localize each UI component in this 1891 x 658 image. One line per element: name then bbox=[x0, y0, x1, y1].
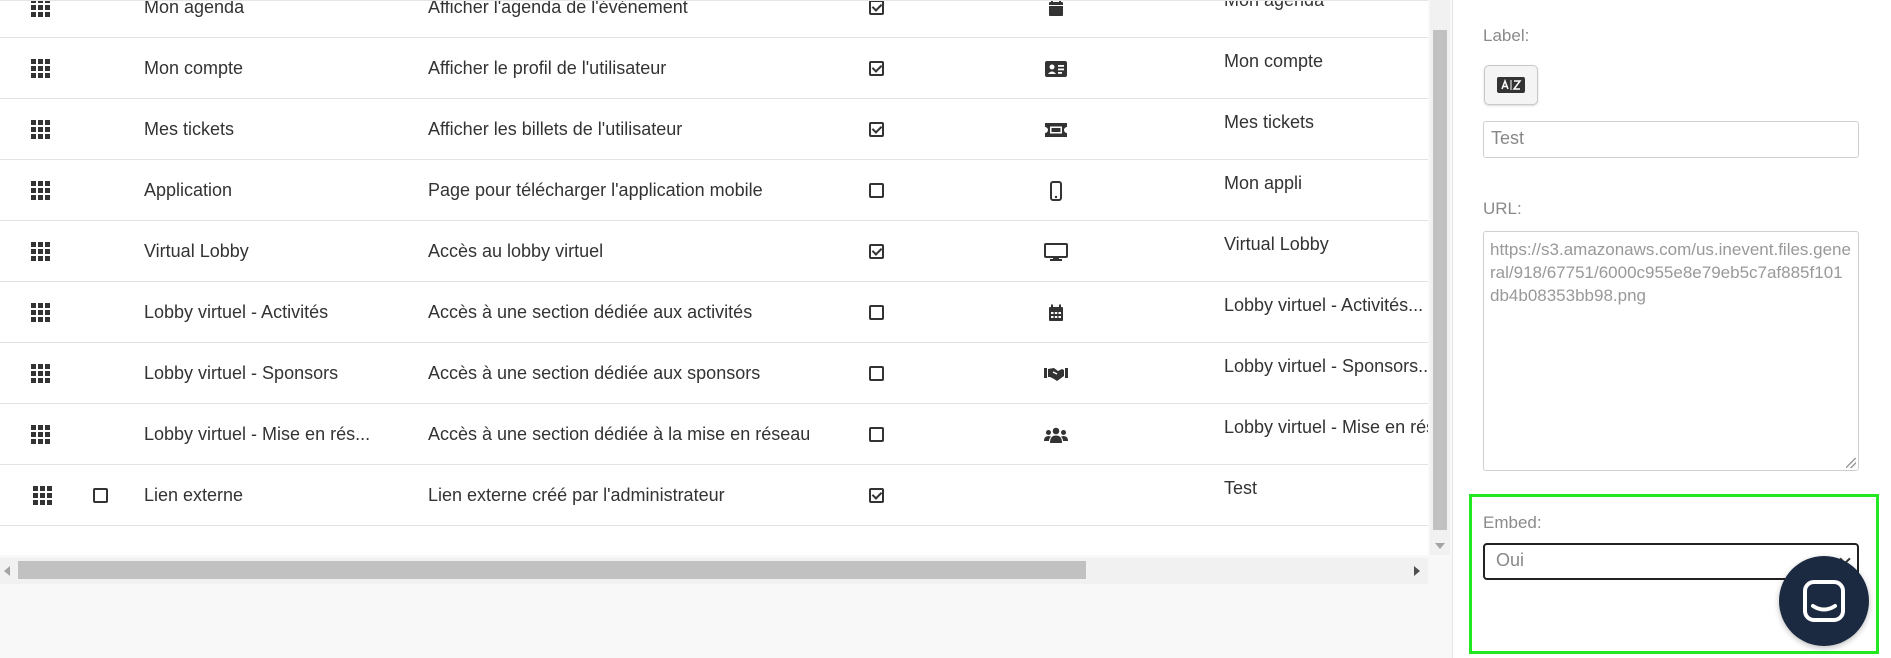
enabled-checkbox[interactable] bbox=[866, 465, 886, 526]
translate-button[interactable] bbox=[1484, 65, 1538, 105]
table-row[interactable]: Lobby virtuel - Activités Accès à une se… bbox=[0, 282, 1428, 343]
table-row[interactable]: Lobby virtuel - Sponsors Accès à une sec… bbox=[0, 343, 1428, 404]
enabled-checkbox[interactable] bbox=[866, 221, 886, 282]
vertical-scrollbar[interactable] bbox=[1430, 0, 1450, 555]
scrollbar-thumb[interactable] bbox=[18, 561, 1086, 579]
row-name: Lobby virtuel - Activités bbox=[144, 302, 329, 322]
embed-field-title: Embed: bbox=[1483, 513, 1542, 532]
row-label: Mes tickets bbox=[1224, 112, 1315, 132]
drag-handle-icon[interactable] bbox=[28, 343, 52, 404]
enabled-checkbox[interactable] bbox=[866, 160, 886, 221]
row-description: Afficher les billets de l'utilisateur bbox=[428, 119, 683, 139]
row-label: Lobby virtuel - Activités... bbox=[1224, 295, 1424, 315]
enabled-checkbox[interactable] bbox=[866, 343, 886, 404]
row-label: Mon appli bbox=[1224, 173, 1303, 193]
table-row[interactable]: Lobby virtuel - Mise en rés... Accès à u… bbox=[0, 404, 1428, 465]
row-description: Lien externe créé par l'administrateur bbox=[428, 485, 725, 505]
desktop-icon bbox=[1040, 221, 1072, 282]
enabled-checkbox[interactable] bbox=[866, 1, 886, 38]
scrollbar-thumb[interactable] bbox=[1433, 30, 1447, 530]
horizontal-scrollbar[interactable] bbox=[0, 558, 1428, 584]
row-label: Mon compte bbox=[1224, 51, 1324, 71]
drag-handle-icon[interactable] bbox=[28, 160, 52, 221]
translate-icon bbox=[1497, 77, 1525, 93]
label-input[interactable]: Test bbox=[1483, 121, 1859, 158]
table-row[interactable]: Mes tickets Afficher les billets de l'ut… bbox=[0, 99, 1428, 160]
row-label: Virtual Lobby bbox=[1224, 234, 1329, 254]
row-label: Lobby virtuel - Mise en rés bbox=[1224, 417, 1428, 437]
table-row[interactable]: Lien externe Lien externe créé par l'adm… bbox=[0, 465, 1428, 526]
label-field-title: Label: bbox=[1483, 26, 1530, 45]
row-description: Accès au lobby virtuel bbox=[428, 241, 604, 261]
url-textarea[interactable]: https://s3.amazonaws.com/us.inevent.file… bbox=[1483, 231, 1859, 471]
users-icon bbox=[1040, 404, 1072, 465]
row-name: Lobby virtuel - Sponsors bbox=[144, 363, 339, 383]
drag-handle-icon[interactable] bbox=[28, 221, 52, 282]
table-row[interactable]: Virtual Lobby Accès au lobby virtuel Vir… bbox=[0, 221, 1428, 282]
embed-selected-value: Oui bbox=[1496, 550, 1525, 570]
resize-handle-icon[interactable] bbox=[1846, 458, 1856, 468]
row-name: Virtual Lobby bbox=[144, 241, 249, 261]
handshake-icon bbox=[1040, 343, 1072, 404]
table-row[interactable]: Mon agenda Afficher l'agenda de l'événem… bbox=[0, 0, 1428, 38]
url-field-title: URL: bbox=[1483, 199, 1522, 218]
row-name: Application bbox=[144, 180, 233, 200]
menu-table: Mon agenda Afficher l'agenda de l'événem… bbox=[0, 0, 1428, 555]
enabled-checkbox[interactable] bbox=[866, 38, 886, 99]
scroll-down-arrow-icon[interactable] bbox=[1435, 543, 1445, 549]
calendar-icon bbox=[1040, 282, 1072, 343]
id-card-icon bbox=[1040, 38, 1072, 99]
row-select-checkbox[interactable] bbox=[90, 465, 110, 526]
row-name: Mon agenda bbox=[144, 0, 245, 17]
table-area: Mon agenda Afficher l'agenda de l'événem… bbox=[0, 0, 1452, 658]
table-row[interactable]: Application Page pour télécharger l'appl… bbox=[0, 160, 1428, 221]
drag-handle-icon[interactable] bbox=[30, 465, 54, 526]
row-description: Accès à une section dédiée aux activités bbox=[428, 302, 753, 322]
row-name: Mon compte bbox=[144, 58, 244, 78]
url-value: https://s3.amazonaws.com/us.inevent.file… bbox=[1490, 240, 1851, 305]
row-description: Accès à une section dédiée aux sponsors bbox=[428, 363, 761, 383]
enabled-checkbox[interactable] bbox=[866, 282, 886, 343]
drag-handle-icon[interactable] bbox=[28, 404, 52, 465]
row-description: Afficher l'agenda de l'événement bbox=[428, 0, 688, 17]
chat-widget-button[interactable] bbox=[1779, 556, 1869, 646]
drag-handle-icon[interactable] bbox=[28, 1, 52, 38]
row-name: Lien externe bbox=[144, 485, 244, 505]
scroll-right-arrow-icon[interactable] bbox=[1414, 566, 1420, 576]
row-label: Mon agenda bbox=[1224, 0, 1325, 10]
row-description: Afficher le profil de l'utilisateur bbox=[428, 58, 667, 78]
drag-handle-icon[interactable] bbox=[28, 38, 52, 99]
row-name: Lobby virtuel - Mise en rés... bbox=[144, 424, 371, 444]
mobile-phone-icon bbox=[1040, 160, 1072, 221]
table-row[interactable]: Mon compte Afficher le profil de l'utili… bbox=[0, 38, 1428, 99]
app: Mon agenda Afficher l'agenda de l'événem… bbox=[0, 0, 1891, 658]
enabled-checkbox[interactable] bbox=[866, 404, 886, 465]
chat-widget-icon bbox=[1803, 580, 1845, 622]
calendar-icon bbox=[1040, 1, 1072, 38]
drag-handle-icon[interactable] bbox=[28, 99, 52, 160]
row-name: Mes tickets bbox=[144, 119, 235, 139]
row-description: Accès à une section dédiée à la mise en … bbox=[428, 424, 811, 444]
ticket-icon bbox=[1040, 99, 1072, 160]
row-description: Page pour télécharger l'application mobi… bbox=[428, 180, 763, 200]
scroll-left-arrow-icon[interactable] bbox=[4, 566, 10, 576]
row-label: Lobby virtuel - Sponsors... bbox=[1224, 356, 1428, 376]
drag-handle-icon[interactable] bbox=[28, 282, 52, 343]
enabled-checkbox[interactable] bbox=[866, 99, 886, 160]
row-label: Test bbox=[1224, 478, 1258, 498]
